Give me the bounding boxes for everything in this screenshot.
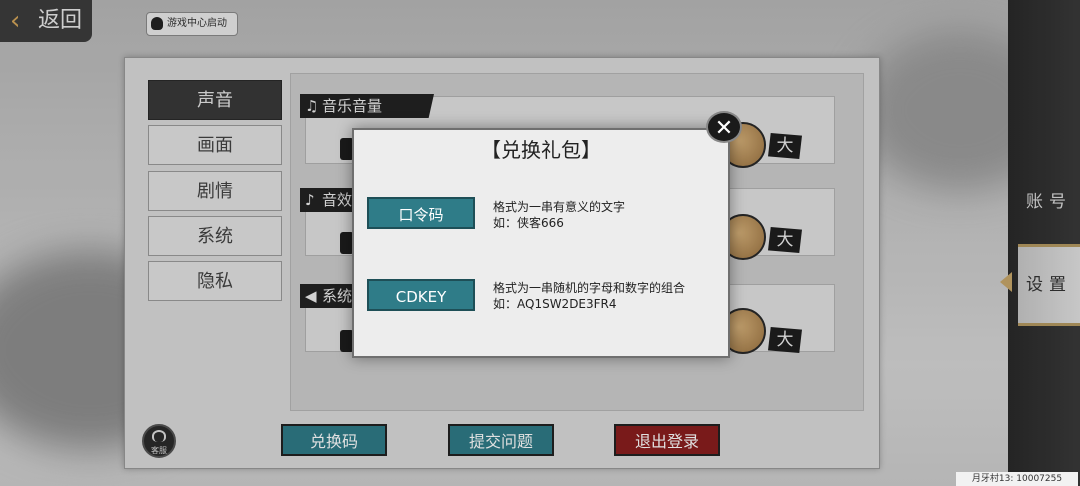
passphrase-example: 如：侠客666 bbox=[493, 216, 564, 230]
passphrase-format-description: 格式为一串有意义的文字 bbox=[493, 200, 626, 214]
redeem-gift-dialog: 【兑换礼包】 bbox=[352, 128, 730, 358]
server-id-tag: 月牙村13: 10007255 bbox=[956, 472, 1078, 486]
cdkey-example: 如：AQ1SW2DE3FR4 bbox=[493, 297, 617, 311]
dialog-title: 【兑换礼包】 bbox=[481, 138, 601, 162]
cdkey-button[interactable]: CDKEY bbox=[367, 279, 475, 311]
cdkey-format-description: 格式为一串随机的字母和数字的组合 bbox=[493, 281, 686, 295]
close-icon[interactable]: ✕ bbox=[706, 111, 742, 143]
passphrase-code-button[interactable]: 口令码 bbox=[367, 197, 475, 229]
